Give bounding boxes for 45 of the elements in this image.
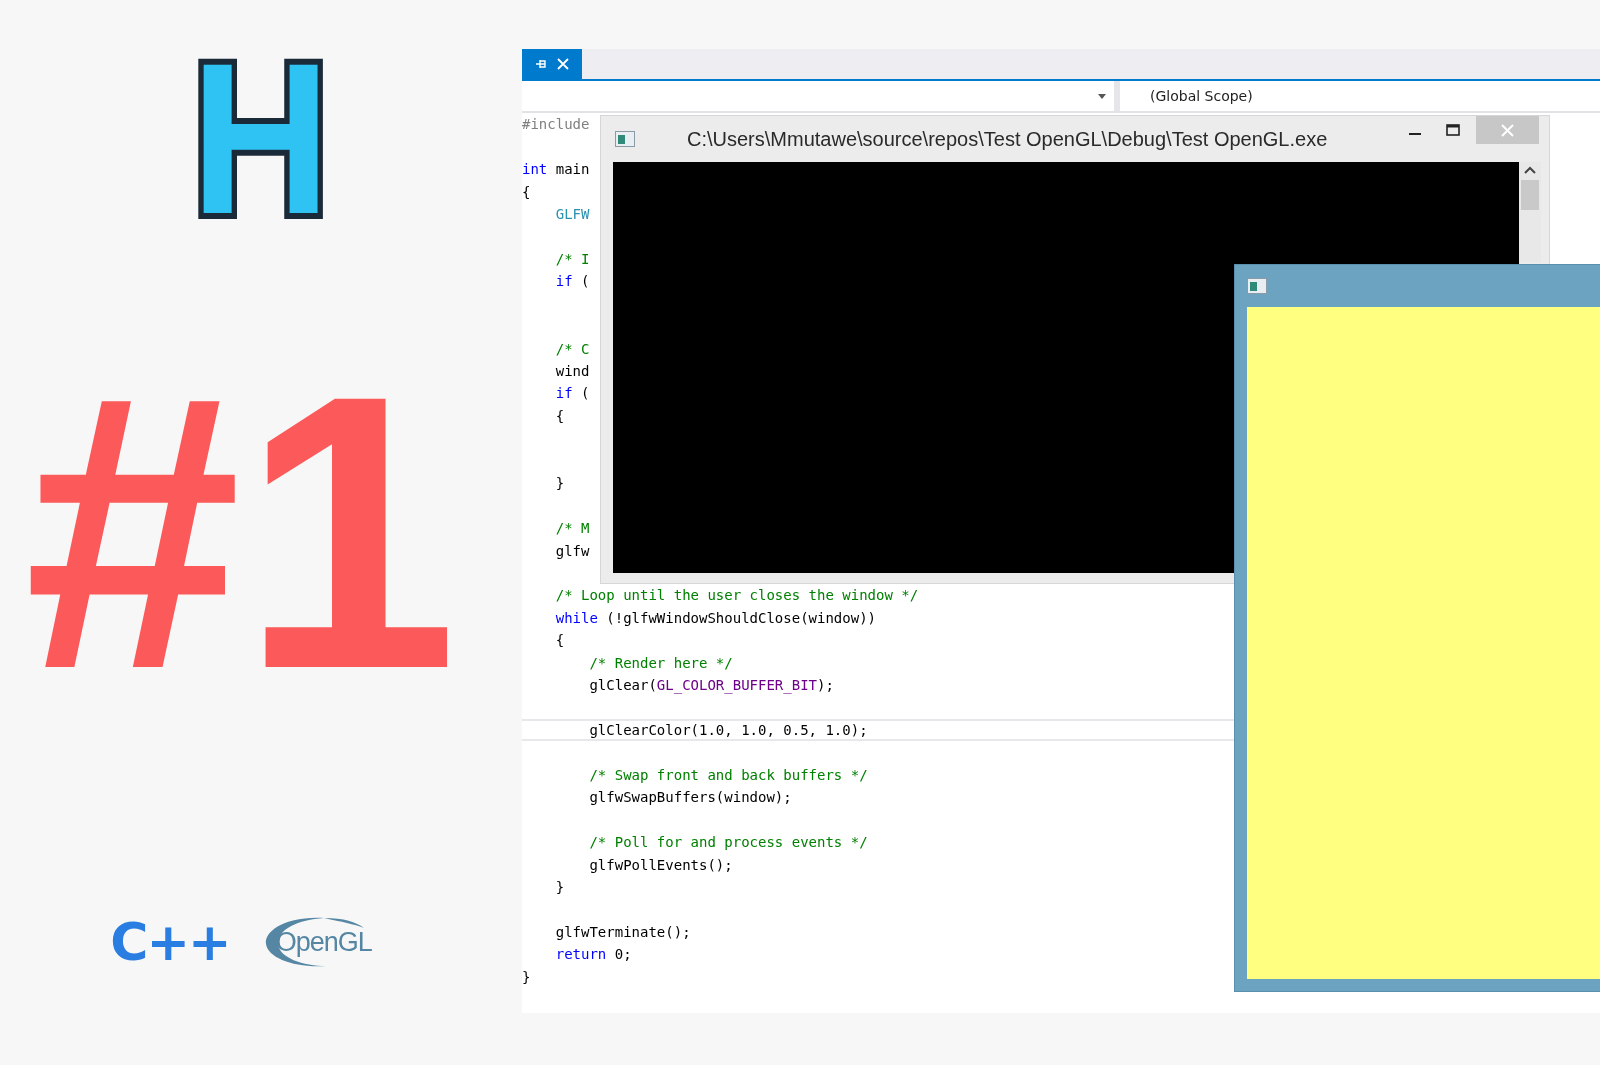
scrollbar[interactable]: [1519, 162, 1541, 262]
window-icon: [1247, 278, 1267, 294]
code-line: glfw: [554, 541, 590, 561]
library-logo: OpenGL: [263, 916, 382, 968]
code-line: return 0;: [554, 945, 632, 965]
code-line: /* Swap front and back buffers */: [588, 765, 868, 785]
code-line: wind: [554, 362, 590, 382]
code-line: }: [522, 967, 531, 987]
scroll-up-icon[interactable]: [1524, 166, 1536, 174]
window-title: C:\Users\Mmutawe\source\repos\Test OpenGL\Debug\Test OpenGL.exe: [687, 127, 1328, 151]
logo-letter: H: [191, 31, 331, 246]
episode-number: #1: [24, 337, 458, 727]
code-line: GLFW: [554, 204, 590, 224]
code-line: while (!glfwWindowShouldClose(window)): [554, 608, 876, 628]
code-line: }: [554, 878, 565, 898]
code-line: glClear(GL_COLOR_BUFFER_BIT);: [588, 676, 834, 696]
code-line: int main: [522, 160, 590, 180]
code-line: /* C: [554, 339, 590, 359]
code-line: {: [554, 631, 565, 651]
code-line: }: [554, 474, 565, 494]
code-line: if (: [554, 272, 590, 292]
caret-icon: [1098, 93, 1106, 99]
code-line: /* Loop until the user closes the window */: [554, 586, 919, 606]
code-line: /* Render here */: [588, 653, 733, 673]
code-line: /* Poll for and process events */: [588, 833, 868, 853]
code-line: {: [554, 406, 565, 426]
close-icon: [1501, 123, 1514, 137]
language-logo: C++: [110, 912, 230, 972]
scrollbar-thumb[interactable]: [1521, 180, 1539, 210]
pin-icon[interactable]: [535, 58, 547, 70]
code-line: if (: [554, 384, 590, 404]
code-line: glfwTerminate();: [554, 922, 691, 942]
minimize-icon: [1409, 133, 1421, 135]
code-line: #include: [522, 115, 590, 135]
code-line: glfwPollEvents();: [588, 855, 733, 875]
code-line: glfwSwapBuffers(window);: [588, 788, 792, 808]
maximize-icon: [1446, 124, 1460, 136]
close-icon[interactable]: [557, 58, 569, 70]
editor-tab[interactable]: [522, 49, 582, 79]
window-icon: [615, 131, 635, 147]
code-line: {: [522, 182, 531, 202]
code-line: /* I: [554, 249, 590, 269]
code-line: /* M: [554, 519, 590, 539]
scope-dropdown[interactable]: (Global Scope): [1150, 88, 1253, 104]
code-line: glClearColor(1.0, 1.0, 0.5, 1.0);: [522, 718, 1234, 742]
